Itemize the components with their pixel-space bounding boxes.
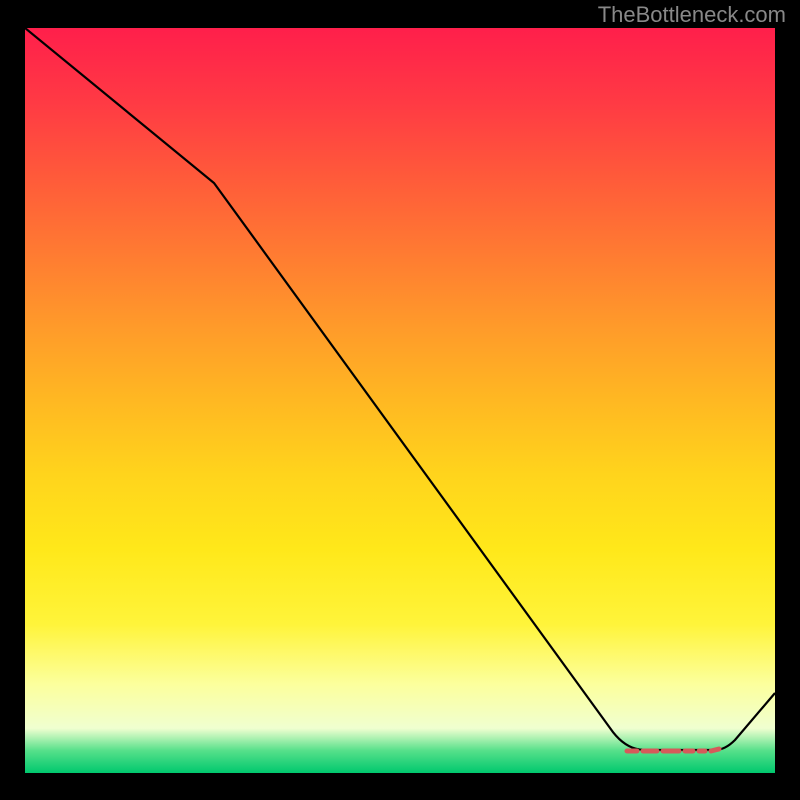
plot-area [25,28,775,773]
chart-svg [25,28,775,773]
chart-container: TheBottleneck.com [0,0,800,800]
watermark-text: TheBottleneck.com [598,2,786,28]
bottleneck-curve [25,28,775,750]
